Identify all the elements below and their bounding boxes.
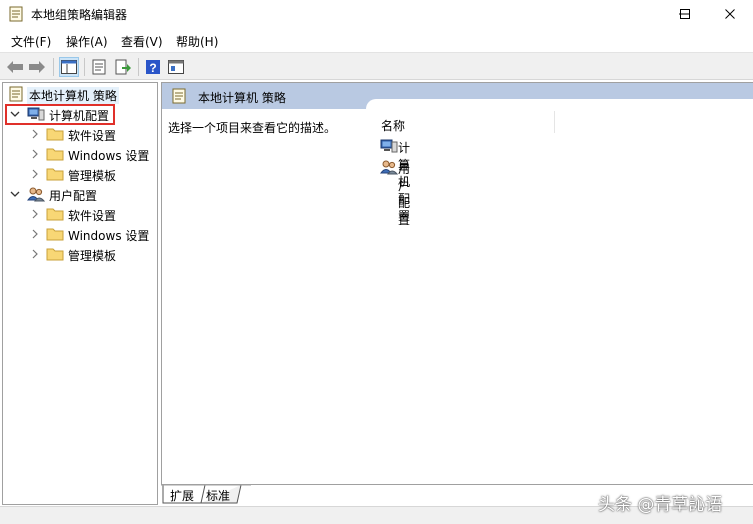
tree-item-user-config[interactable]: 用户配置 bbox=[5, 184, 155, 204]
tab-extended[interactable]: 扩展 bbox=[170, 485, 194, 504]
policy-document-icon bbox=[9, 6, 23, 22]
toolbar-separator bbox=[138, 58, 139, 76]
menu-view[interactable]: 查看(V) bbox=[121, 33, 163, 50]
tree-item-local-policy[interactable]: 本地计算机 策略 bbox=[5, 84, 155, 104]
window-title: 本地组策略编辑器 bbox=[31, 8, 128, 22]
description-text: 选择一个项目来查看它的描述。 bbox=[168, 121, 337, 135]
header-notch bbox=[366, 99, 753, 111]
chevron-right-icon[interactable] bbox=[29, 208, 41, 220]
details-pane: 本地计算机 策略 选择一个项目来查看它的描述。 名称 计算机配置 用户配置 bbox=[161, 82, 753, 485]
column-separator[interactable] bbox=[554, 111, 555, 133]
show-console-icon bbox=[168, 60, 184, 74]
users-icon bbox=[27, 187, 45, 202]
chevron-down-icon[interactable] bbox=[9, 188, 21, 200]
menu-file[interactable]: 文件(F) bbox=[11, 33, 51, 50]
tree-item-label: 管理模板 bbox=[68, 169, 117, 183]
title-bar: 本地组策略编辑器 bbox=[0, 0, 753, 28]
tree-pane: 本地计算机 策略 计算机配置 软件设置 Windows 设置 管理模板 用户配置… bbox=[2, 82, 158, 505]
toolbar-separator bbox=[84, 58, 85, 76]
column-header-name[interactable]: 名称 bbox=[381, 117, 405, 134]
tree-item-user-admin-templates[interactable]: 管理模板 bbox=[5, 244, 155, 264]
back-button[interactable] bbox=[5, 57, 25, 77]
toolbar-separator bbox=[53, 58, 54, 76]
tree-item-label: Windows 设置 bbox=[68, 229, 150, 243]
highlight-annotation bbox=[5, 104, 115, 125]
tree-item-admin-templates[interactable]: 管理模板 bbox=[5, 164, 155, 184]
menu-help[interactable]: 帮助(H) bbox=[176, 33, 218, 50]
toolbar: ? bbox=[0, 52, 753, 80]
tree-item-user-windows-settings[interactable]: Windows 设置 bbox=[5, 224, 155, 244]
maximize-icon bbox=[680, 9, 690, 19]
folder-icon bbox=[46, 248, 64, 261]
tree-item-user-software-settings[interactable]: 软件设置 bbox=[5, 204, 155, 224]
folder-icon bbox=[46, 148, 64, 161]
menu-action[interactable]: 操作(A) bbox=[66, 33, 108, 50]
tree-item-label: 本地计算机 策略 bbox=[27, 87, 119, 104]
tree-item-label: 管理模板 bbox=[68, 249, 117, 263]
export-list-button[interactable] bbox=[113, 57, 133, 77]
properties-button[interactable] bbox=[89, 57, 109, 77]
forward-button[interactable] bbox=[27, 57, 47, 77]
tree-item-label: 软件设置 bbox=[68, 129, 117, 143]
properties-icon bbox=[92, 59, 106, 75]
watermark-text: 头条 @青草訫语 bbox=[598, 495, 723, 515]
maximize-button[interactable] bbox=[662, 0, 708, 28]
users-icon bbox=[380, 160, 398, 175]
tree-item-software-settings[interactable]: 软件设置 bbox=[5, 124, 155, 144]
folder-icon bbox=[46, 228, 64, 241]
tree-item-windows-settings[interactable]: Windows 设置 bbox=[5, 144, 155, 164]
folder-icon bbox=[46, 208, 64, 221]
help-icon: ? bbox=[146, 60, 160, 75]
policy-document-icon bbox=[9, 86, 23, 102]
chevron-right-icon[interactable] bbox=[29, 228, 41, 240]
chevron-right-icon[interactable] bbox=[29, 168, 41, 180]
tab-standard[interactable]: 标准 bbox=[206, 485, 230, 504]
computer-icon bbox=[380, 139, 398, 153]
chevron-right-icon[interactable] bbox=[29, 248, 41, 260]
tree-item-label: 用户配置 bbox=[49, 189, 98, 203]
tree-item-label: 软件设置 bbox=[68, 209, 117, 223]
forward-arrow-icon bbox=[29, 61, 45, 73]
show-tree-button[interactable] bbox=[59, 57, 79, 77]
menu-bar: 文件(F) 操作(A) 查看(V) 帮助(H) bbox=[0, 29, 753, 51]
show-tree-icon bbox=[61, 60, 77, 74]
close-button[interactable] bbox=[707, 0, 753, 28]
folder-icon bbox=[46, 168, 64, 181]
tree-item-label: Windows 设置 bbox=[68, 149, 150, 163]
list-item-label: 用户配置 bbox=[398, 162, 411, 227]
show-console-button[interactable] bbox=[166, 57, 186, 77]
policy-document-icon bbox=[172, 88, 186, 104]
chevron-right-icon[interactable] bbox=[29, 128, 41, 140]
export-list-icon bbox=[115, 59, 131, 75]
back-arrow-icon bbox=[7, 61, 23, 73]
folder-icon bbox=[46, 128, 64, 141]
close-icon bbox=[725, 9, 735, 19]
chevron-right-icon[interactable] bbox=[29, 148, 41, 160]
svg-text:?: ? bbox=[149, 61, 156, 75]
details-header-title: 本地计算机 策略 bbox=[198, 91, 286, 105]
help-button[interactable]: ? bbox=[143, 57, 163, 77]
